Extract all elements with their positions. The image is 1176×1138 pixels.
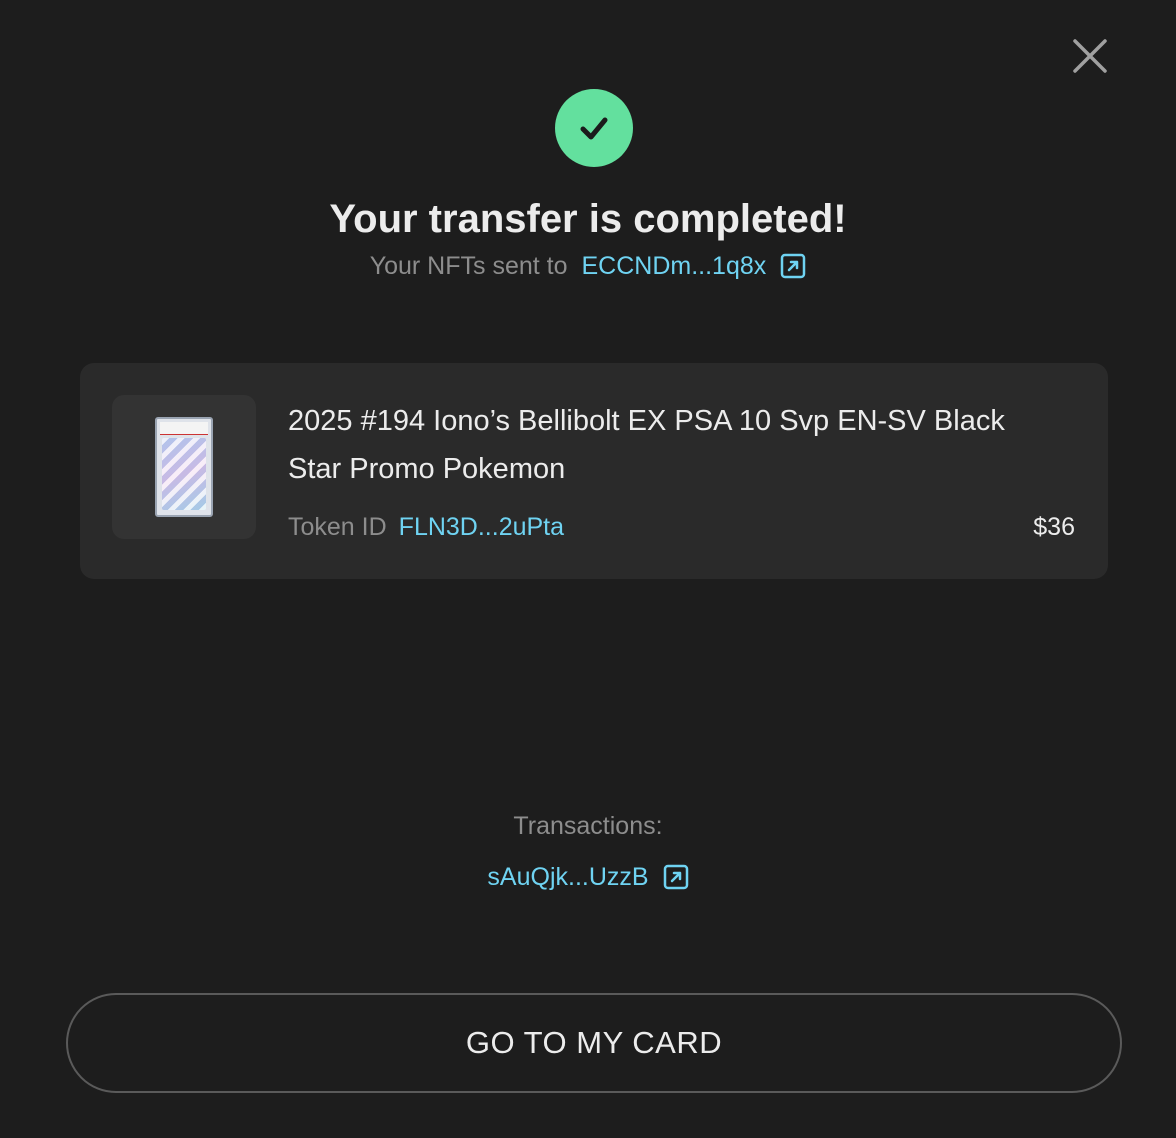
sent-to-row: Your NFTs sent to ECCNDm...1q8x — [0, 249, 1176, 283]
nft-price: $36 — [1033, 513, 1075, 541]
nft-thumbnail — [112, 395, 256, 539]
graded-card-image — [155, 417, 213, 517]
check-icon — [580, 117, 608, 140]
external-link-icon[interactable] — [663, 864, 689, 890]
success-badge — [555, 89, 633, 167]
nft-item-card: 2025 #194 Iono’s Bellibolt EX PSA 10 Svp… — [80, 363, 1108, 579]
nft-name: 2025 #194 Iono’s Bellibolt EX PSA 10 Svp… — [288, 405, 1005, 485]
token-id-link[interactable]: FLN3D...2uPta — [399, 510, 564, 544]
token-id-row: Token ID FLN3D...2uPta — [288, 510, 564, 544]
page-title: Your transfer is completed! — [329, 197, 847, 241]
close-button[interactable] — [1066, 32, 1114, 80]
transactions-label: Transactions: — [513, 812, 663, 840]
transfer-complete-modal: Your transfer is completed! Your NFTs se… — [0, 0, 1176, 1138]
external-link-icon[interactable] — [780, 253, 806, 279]
recipient-address-link[interactable]: ECCNDm...1q8x — [582, 249, 767, 283]
transaction-row: sAuQjk...UzzB — [0, 860, 1176, 894]
transaction-hash-link[interactable]: sAuQjk...UzzB — [487, 860, 648, 894]
sent-to-label: Your NFTs sent to — [369, 252, 568, 280]
close-icon — [1073, 39, 1107, 73]
go-to-my-card-button[interactable]: GO TO MY CARD — [66, 993, 1122, 1093]
token-id-label: Token ID — [288, 513, 387, 541]
